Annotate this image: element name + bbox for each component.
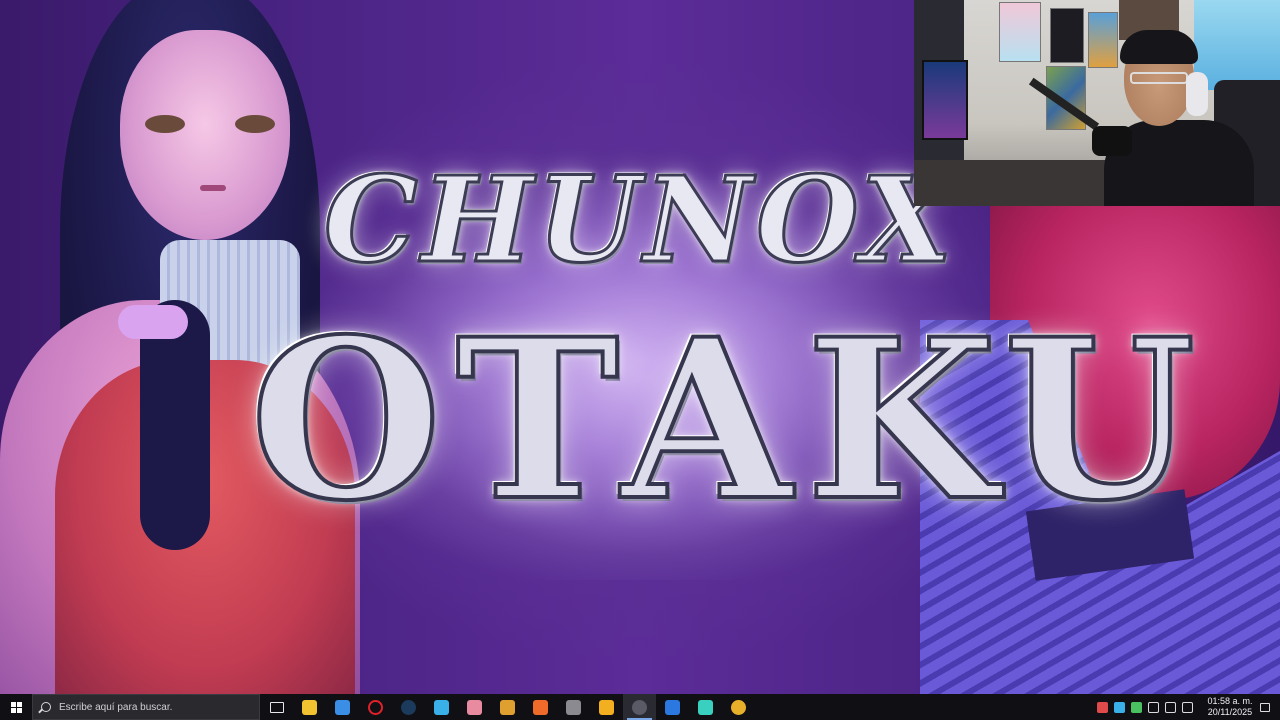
streamer-glasses: [1130, 72, 1188, 84]
app-icon: [500, 699, 515, 715]
task-view-button[interactable]: [260, 694, 293, 720]
webcam-poster: [1050, 8, 1084, 63]
tray-icons: [1094, 701, 1196, 713]
tray-icon[interactable]: [1165, 701, 1176, 713]
taskbar-app-app-gray[interactable]: [557, 694, 590, 720]
app-icon: [665, 699, 680, 715]
webcam-monitor: [922, 60, 968, 140]
search-placeholder: Escribe aquí para buscar.: [59, 701, 173, 713]
obs-icon: [632, 699, 647, 715]
taskbar-app-opera[interactable]: [359, 694, 392, 720]
clock-date: 20/11/2025: [1207, 707, 1253, 717]
streamer-hair: [1120, 30, 1198, 64]
webcam-microphone: [1092, 126, 1132, 156]
taskbar-app-app-orange[interactable]: [524, 694, 557, 720]
tray-icon[interactable]: [1097, 701, 1108, 713]
app-icon: [434, 699, 449, 715]
tray-icon[interactable]: [1182, 701, 1193, 713]
channel-logo: CHUNOX OTAKU: [248, 140, 1210, 600]
taskbar-app-obs[interactable]: [623, 694, 656, 720]
start-button[interactable]: [0, 694, 32, 720]
streamer-headset: [1186, 72, 1208, 116]
windows-logo-icon: [10, 701, 22, 713]
app-icon: [698, 699, 713, 715]
taskbar-app-app-teal[interactable]: [689, 694, 722, 720]
app-icon: [467, 699, 482, 715]
character-mouth: [200, 185, 226, 191]
opera-icon: [368, 699, 383, 715]
system-tray: 01:58 a. m. 20/11/2025: [1094, 694, 1280, 720]
taskbar: Escribe aquí para buscar. 01:58 a. m. 20…: [0, 694, 1280, 720]
logo-title-otaku: OTAKU: [248, 290, 1210, 549]
webcam-overlay: [914, 0, 1280, 206]
taskbar-app-app-anime[interactable]: [458, 694, 491, 720]
webcam-desk: [914, 160, 1124, 206]
tray-icon[interactable]: [1114, 701, 1125, 713]
taskbar-app-app-blue[interactable]: [425, 694, 458, 720]
app-icon: [533, 699, 548, 715]
webcam-poster: [1088, 12, 1118, 68]
rockstar-icon: [599, 699, 614, 715]
taskbar-app-file-explorer[interactable]: [293, 694, 326, 720]
character-eye-right: [235, 115, 275, 133]
tray-icon[interactable]: [1148, 701, 1159, 713]
character-eye-left: [145, 115, 185, 133]
taskbar-search-box[interactable]: Escribe aquí para buscar.: [32, 694, 260, 720]
task-view-icon: [269, 701, 284, 713]
folder-icon: [302, 699, 317, 715]
taskbar-clock[interactable]: 01:58 a. m. 20/11/2025: [1204, 696, 1256, 718]
chrome-icon: [731, 699, 746, 715]
steam-icon: [401, 699, 416, 715]
tray-icon[interactable]: [1131, 701, 1142, 713]
taskbar-app-app-gold[interactable]: [491, 694, 524, 720]
logo-title-chunox: CHUNOX: [322, 149, 957, 291]
notification-center-button[interactable]: [1256, 694, 1274, 720]
taskbar-app-rockstar[interactable]: [590, 694, 623, 720]
taskbar-app-app-blue2[interactable]: [656, 694, 689, 720]
notification-icon: [1260, 702, 1270, 712]
search-icon: [41, 702, 51, 712]
store-icon: [335, 699, 350, 715]
webcam-poster: [999, 2, 1041, 62]
pinned-apps: [293, 694, 755, 720]
clock-time: 01:58 a. m.: [1207, 696, 1253, 706]
taskbar-app-microsoft-store[interactable]: [326, 694, 359, 720]
app-icon: [566, 699, 581, 715]
taskbar-app-chrome[interactable]: [722, 694, 755, 720]
taskbar-app-steam[interactable]: [392, 694, 425, 720]
character-scrunchie: [118, 305, 188, 339]
